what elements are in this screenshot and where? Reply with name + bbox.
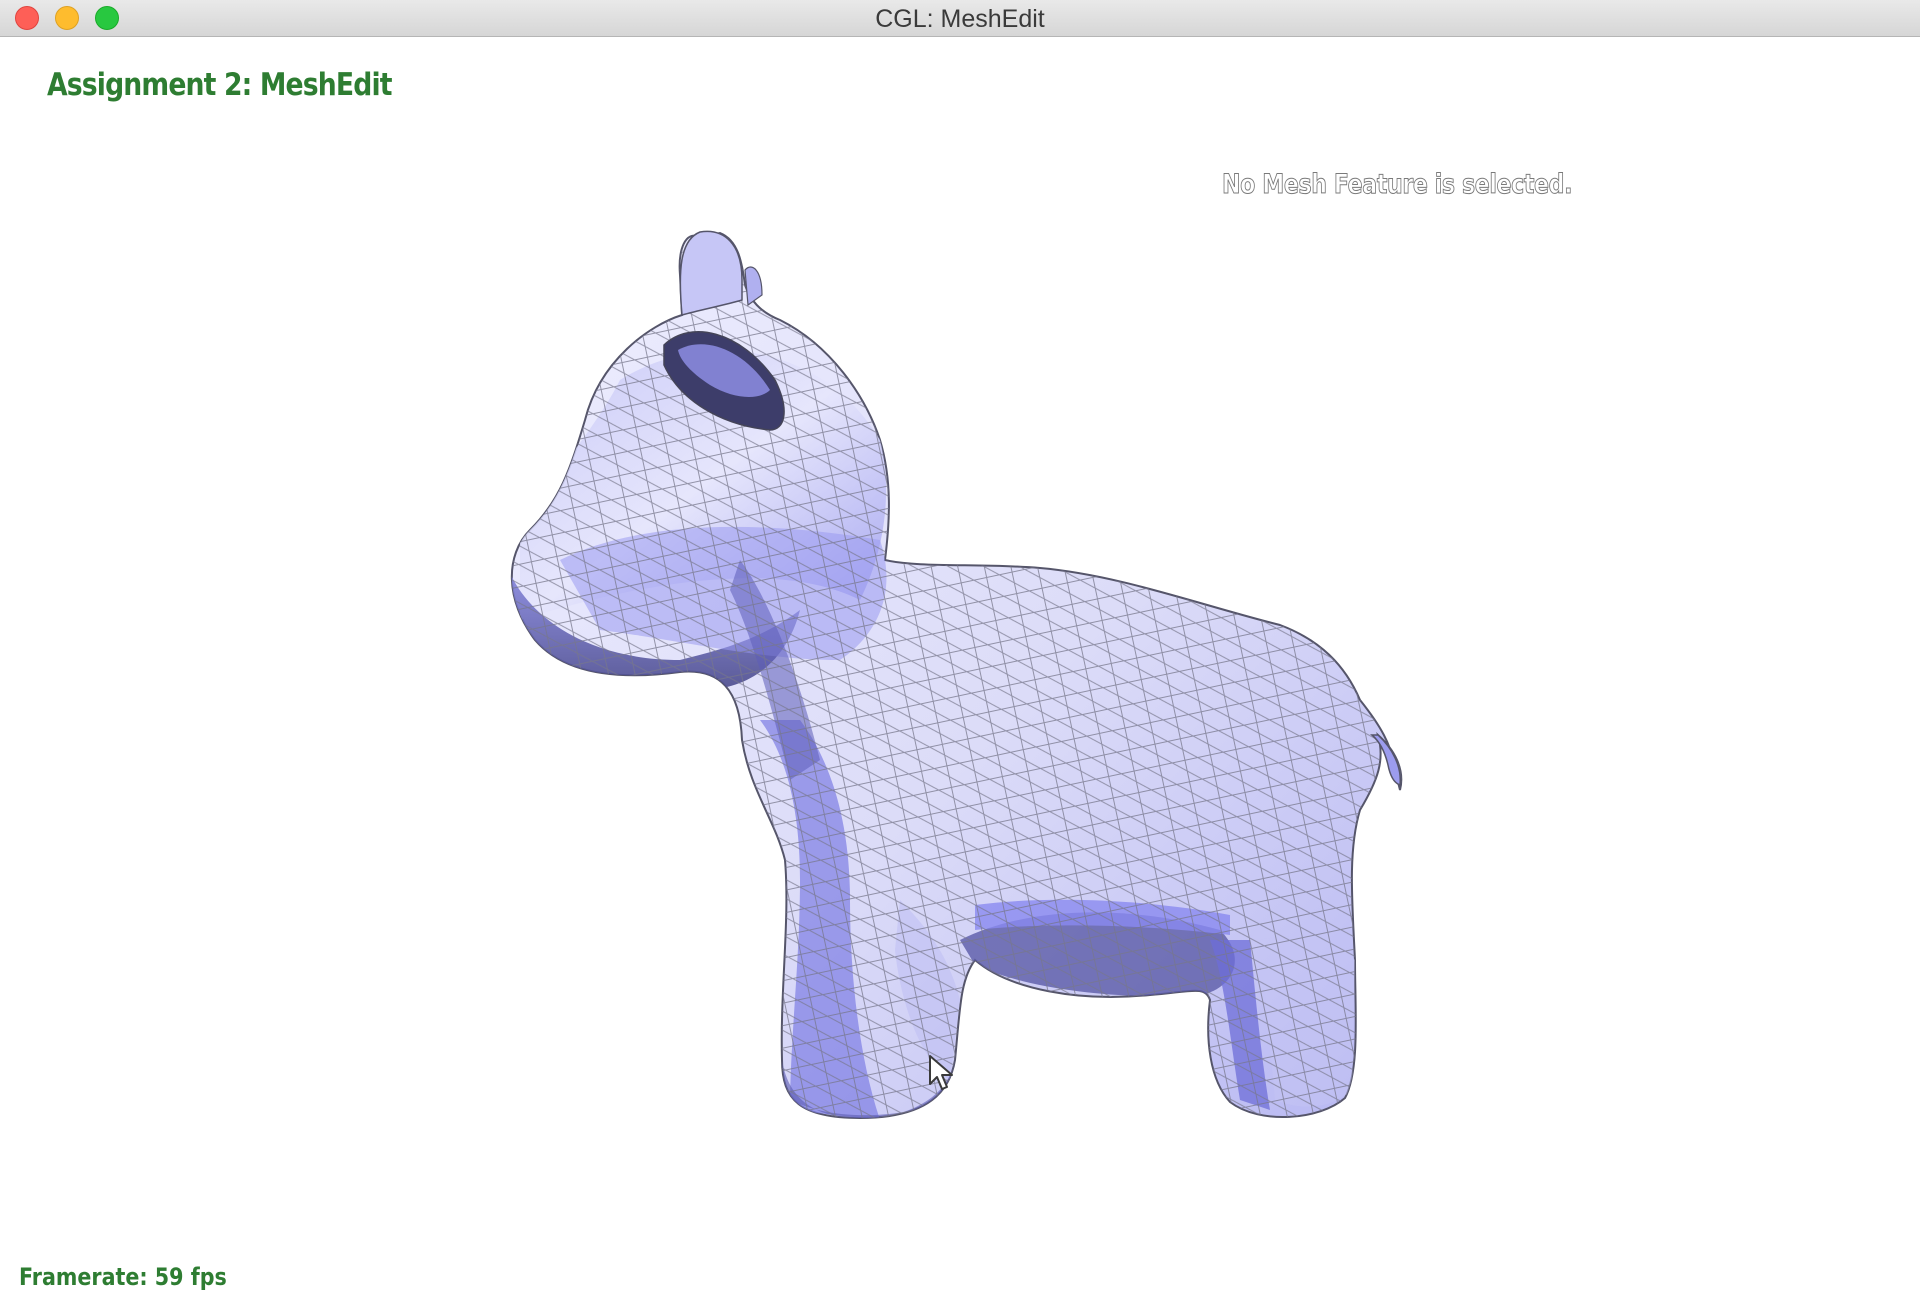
app-window: CGL: MeshEdit Assignment 2: MeshEdit No … [0, 0, 1920, 1296]
cow-horn [679, 230, 763, 316]
title-bar[interactable]: CGL: MeshEdit [0, 0, 1920, 37]
mouse-pointer-icon [929, 1055, 953, 1090]
mesh-viewport[interactable]: Assignment 2: MeshEdit No Mesh Feature i… [0, 37, 1920, 1296]
cow-mesh-render[interactable] [0, 37, 1920, 1296]
cow-body [510, 230, 1403, 1120]
assignment-heading: Assignment 2: MeshEdit [47, 67, 393, 103]
framerate-readout: Framerate: 59 fps [19, 1263, 227, 1291]
selection-status-text: No Mesh Feature is selected. [1222, 169, 1573, 201]
window-title: CGL: MeshEdit [875, 5, 1045, 33]
